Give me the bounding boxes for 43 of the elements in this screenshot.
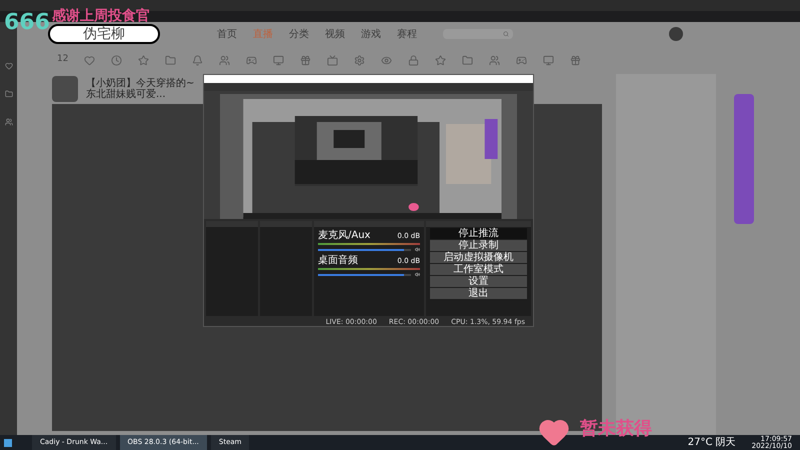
control-button[interactable]: 停止推流 bbox=[430, 228, 527, 239]
shortcut-icon[interactable] bbox=[246, 54, 258, 66]
control-button[interactable]: 退出 bbox=[430, 288, 527, 299]
room-title: 【小奶团】今天穿搭的~东北甜妹贱可爱... bbox=[86, 78, 196, 100]
shortcut-icon[interactable] bbox=[300, 54, 312, 66]
control-button[interactable]: 设置 bbox=[430, 276, 527, 287]
name-plate: 伪宅柳 bbox=[48, 24, 160, 44]
control-button[interactable]: 工作室模式 bbox=[430, 264, 527, 275]
shortcut-icon[interactable] bbox=[516, 54, 528, 66]
shortcut-icon[interactable] bbox=[570, 54, 582, 66]
shortcut-icon[interactable] bbox=[219, 54, 230, 66]
shortcut-icon[interactable] bbox=[84, 54, 96, 66]
control-button[interactable]: 停止录制 bbox=[430, 240, 527, 251]
search-field[interactable] bbox=[443, 29, 513, 39]
heart-icon[interactable] bbox=[4, 62, 12, 70]
thanks-text: 感谢上周投食官 bbox=[52, 9, 150, 23]
shortcut-icon[interactable] bbox=[381, 54, 392, 66]
control-button[interactable]: 启动虚拟摄像机 bbox=[430, 252, 527, 263]
badge-text: 暂未获得 bbox=[580, 420, 652, 438]
channel-name: 麦克风/Aux bbox=[318, 231, 370, 241]
channel-name: 桌面音频 bbox=[318, 256, 358, 266]
shortcut-icon[interactable] bbox=[435, 54, 446, 66]
avatar[interactable] bbox=[669, 27, 683, 41]
shortcut-icon[interactable] bbox=[462, 54, 474, 66]
shortcut-icon[interactable] bbox=[111, 54, 122, 66]
follow-count: 12 bbox=[57, 53, 68, 66]
shortcut-icon[interactable] bbox=[408, 54, 420, 66]
shortcut-icon[interactable] bbox=[327, 54, 338, 66]
folder-icon[interactable] bbox=[4, 90, 12, 98]
shortcut-icon[interactable] bbox=[273, 54, 284, 66]
weather-text: 27°C 阴天 bbox=[688, 438, 736, 448]
shortcut-icon[interactable] bbox=[543, 54, 554, 66]
shortcut-icon[interactable] bbox=[354, 54, 366, 66]
search-icon bbox=[503, 31, 509, 37]
streamer-avatar bbox=[52, 76, 78, 102]
users-icon[interactable] bbox=[4, 118, 12, 126]
shortcut-icon[interactable] bbox=[192, 54, 204, 66]
speaker-icon[interactable] bbox=[415, 272, 420, 277]
speaker-icon[interactable] bbox=[415, 247, 420, 252]
shortcut-icon[interactable] bbox=[138, 54, 150, 66]
shortcut-icon[interactable] bbox=[165, 54, 176, 66]
shortcut-icon[interactable] bbox=[489, 54, 500, 66]
start-icon[interactable] bbox=[4, 438, 12, 446]
